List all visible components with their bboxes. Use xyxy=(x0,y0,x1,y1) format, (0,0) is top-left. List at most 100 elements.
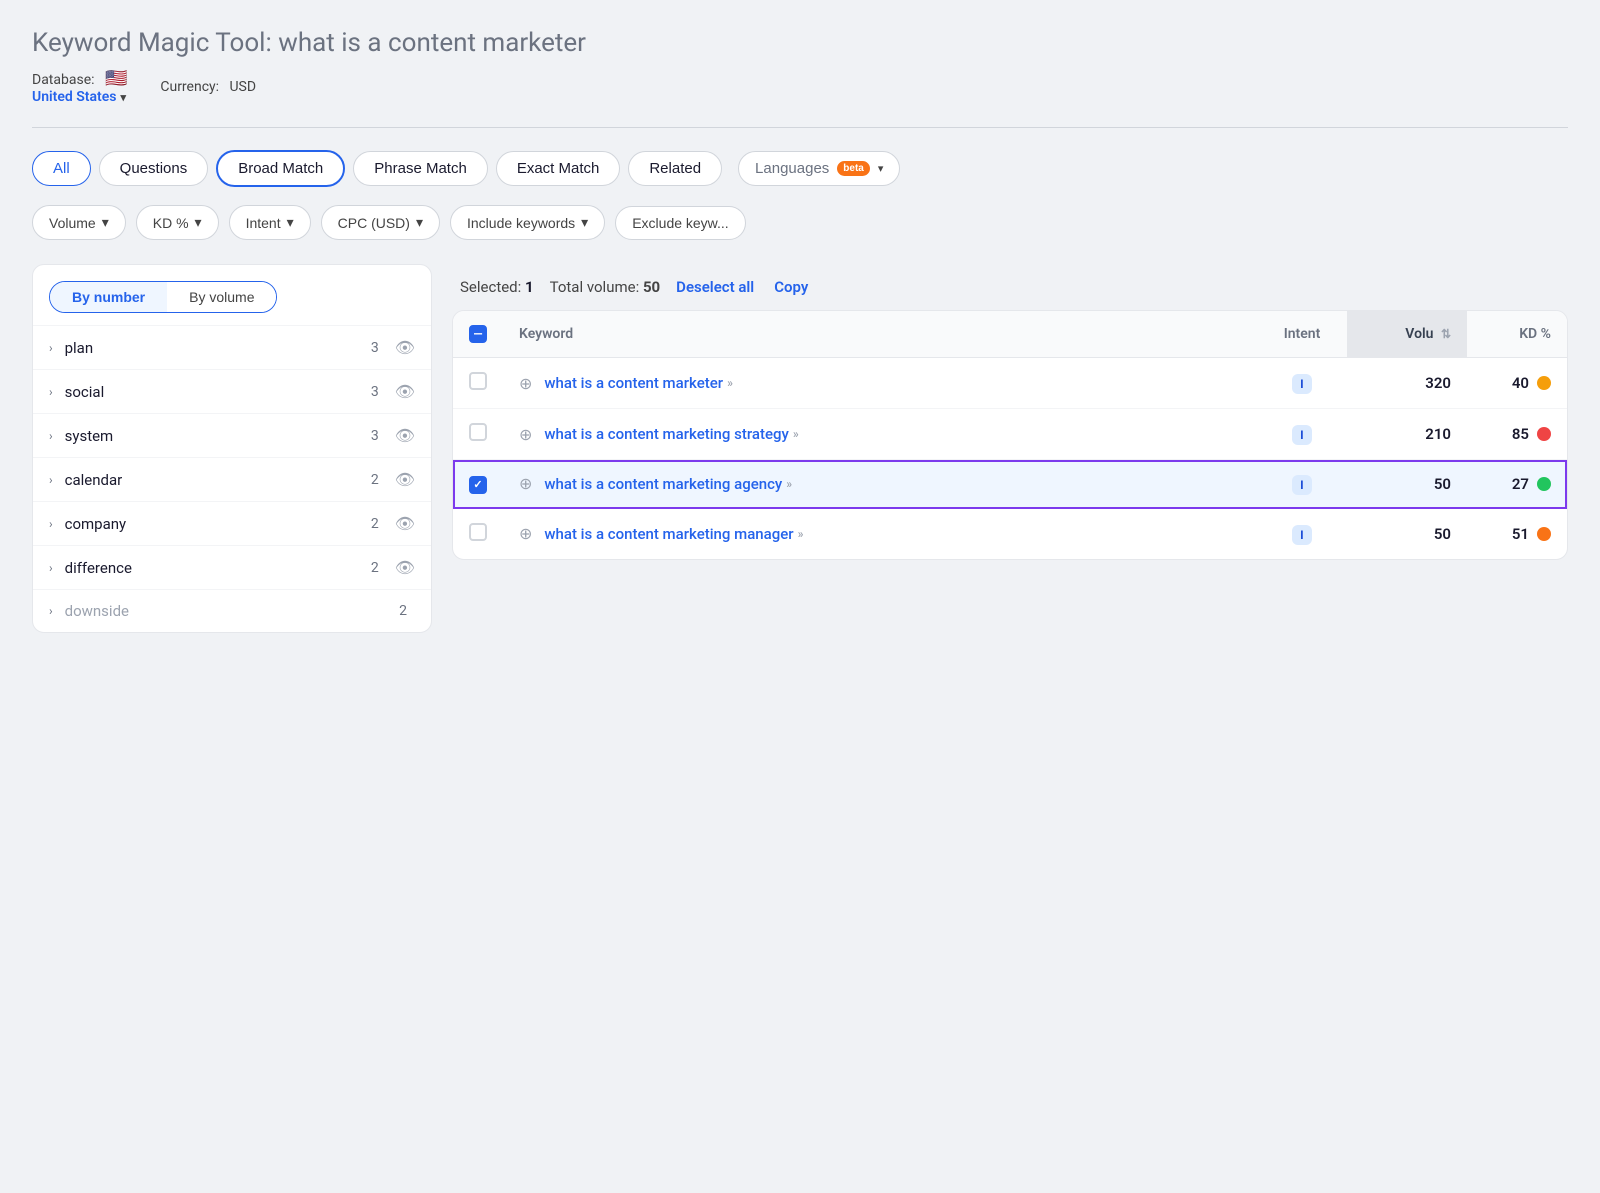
cpc-filter-label: CPC (USD) xyxy=(338,215,410,231)
exclude-keywords-filter[interactable]: Exclude keyw... xyxy=(615,206,746,240)
keyword-link[interactable]: what is a content marketer » xyxy=(544,374,733,392)
kd-chevron-icon: ▾ xyxy=(195,214,202,231)
tab-phrase-match[interactable]: Phrase Match xyxy=(353,151,488,186)
expand-icon: › xyxy=(49,517,53,531)
add-keyword-icon[interactable]: ⊕ xyxy=(519,425,532,444)
eye-icon[interactable]: 👁 xyxy=(395,514,415,533)
intent-cell: I xyxy=(1257,460,1347,509)
row-checkbox[interactable] xyxy=(469,372,487,390)
cpc-filter[interactable]: CPC (USD) ▾ xyxy=(321,205,440,240)
languages-button[interactable]: Languages beta ▾ xyxy=(738,151,900,186)
languages-chevron-icon: ▾ xyxy=(878,162,884,175)
kd-cell: 51 xyxy=(1467,509,1567,559)
deselect-all-button[interactable]: Deselect all xyxy=(676,278,754,296)
languages-label: Languages xyxy=(755,160,829,177)
table-row: ⊕ what is a content marketing strategy »… xyxy=(453,409,1567,460)
eye-icon[interactable]: 👁 xyxy=(395,382,415,401)
deselect-all-checkbox[interactable]: — xyxy=(469,325,487,343)
row-checkbox-cell[interactable] xyxy=(453,509,503,559)
view-toggle: By number By volume xyxy=(49,281,277,313)
keyword-arrows-icon: » xyxy=(798,527,804,541)
sidebar-item[interactable]: › plan 3 👁 xyxy=(33,325,431,369)
database-country-link[interactable]: United States ▾ xyxy=(32,89,132,105)
sidebar-label: calendar xyxy=(65,471,363,489)
row-checkbox-cell[interactable] xyxy=(453,409,503,460)
keyword-text: what is a content marketer xyxy=(544,374,723,392)
keyword-link[interactable]: what is a content marketing strategy » xyxy=(544,425,798,443)
volume-filter[interactable]: Volume ▾ xyxy=(32,205,126,240)
intent-chevron-icon: ▾ xyxy=(287,214,294,231)
keyword-cell: ⊕ what is a content marketing strategy » xyxy=(503,409,1257,460)
copy-button[interactable]: Copy xyxy=(774,278,808,296)
add-keyword-icon[interactable]: ⊕ xyxy=(519,374,532,393)
expand-icon: › xyxy=(49,385,53,399)
selected-count: 1 xyxy=(525,278,534,296)
th-kd: KD % xyxy=(1467,311,1567,358)
sidebar-item[interactable]: › difference 2 👁 xyxy=(33,545,431,589)
eye-icon[interactable]: 👁 xyxy=(395,426,415,445)
eye-icon[interactable]: 👁 xyxy=(395,470,415,489)
row-checkbox-cell[interactable] xyxy=(453,358,503,409)
keyword-cell: ⊕ what is a content marketer » xyxy=(503,358,1257,409)
keyword-link[interactable]: what is a content marketing agency » xyxy=(544,475,792,493)
add-keyword-icon[interactable]: ⊕ xyxy=(519,524,532,543)
intent-filter[interactable]: Intent ▾ xyxy=(229,205,311,240)
keyword-table: — Keyword Intent Volu ⇅ KD % xyxy=(452,310,1568,560)
th-intent: Intent xyxy=(1257,311,1347,358)
by-number-button[interactable]: By number xyxy=(50,282,167,312)
tab-row: All Questions Broad Match Phrase Match E… xyxy=(32,150,1568,187)
sidebar-item[interactable]: › system 3 👁 xyxy=(33,413,431,457)
intent-cell: I xyxy=(1257,509,1347,559)
sidebar-count: 2 xyxy=(371,516,379,532)
kd-indicator xyxy=(1537,376,1551,390)
row-checkbox-cell[interactable]: ✓ xyxy=(453,460,503,509)
kd-indicator xyxy=(1537,477,1551,491)
keyword-cell: ⊕ what is a content marketing manager » xyxy=(503,509,1257,559)
sidebar-count: 2 xyxy=(399,603,407,619)
tab-questions[interactable]: Questions xyxy=(99,151,209,186)
eye-icon[interactable]: 👁 xyxy=(395,338,415,357)
sidebar-label: plan xyxy=(65,339,363,357)
add-keyword-icon[interactable]: ⊕ xyxy=(519,474,532,493)
sidebar-item[interactable]: › social 3 👁 xyxy=(33,369,431,413)
kd-indicator xyxy=(1537,427,1551,441)
by-volume-button[interactable]: By volume xyxy=(167,282,276,312)
expand-icon: › xyxy=(49,473,53,487)
currency-info: Currency: USD xyxy=(160,79,256,95)
volume-cell: 210 xyxy=(1347,409,1467,460)
expand-icon: › xyxy=(49,561,53,575)
kd-value: 85 xyxy=(1512,425,1529,443)
kd-value: 27 xyxy=(1512,475,1529,493)
keyword-cell: ⊕ what is a content marketing agency » xyxy=(503,460,1257,509)
row-checkbox[interactable]: ✓ xyxy=(469,476,487,494)
tab-broad-match[interactable]: Broad Match xyxy=(216,150,345,187)
total-vol-label: Total volume: xyxy=(550,278,640,296)
exclude-filter-label: Exclude keyw... xyxy=(632,215,729,231)
page-title: Keyword Magic Tool: what is a content ma… xyxy=(32,28,1568,58)
eye-icon[interactable]: 👁 xyxy=(395,558,415,577)
sidebar-label: system xyxy=(65,427,363,445)
sidebar-count: 3 xyxy=(371,428,379,444)
sort-icon[interactable]: ⇅ xyxy=(1441,327,1451,341)
tab-related[interactable]: Related xyxy=(628,151,722,186)
currency-label: Currency: xyxy=(160,79,219,95)
tab-exact-match[interactable]: Exact Match xyxy=(496,151,621,186)
sidebar-item[interactable]: › downside 2 xyxy=(33,589,431,632)
sidebar-item[interactable]: › company 2 👁 xyxy=(33,501,431,545)
left-sidebar: By number By volume › plan 3 👁 › social … xyxy=(32,264,432,633)
tab-all[interactable]: All xyxy=(32,151,91,186)
include-keywords-filter[interactable]: Include keywords ▾ xyxy=(450,205,605,240)
sidebar-label: company xyxy=(65,515,363,533)
row-checkbox[interactable] xyxy=(469,523,487,541)
volume-cell: 320 xyxy=(1347,358,1467,409)
row-checkbox[interactable] xyxy=(469,423,487,441)
sidebar-label: difference xyxy=(65,559,363,577)
selected-label: Selected: xyxy=(460,278,521,296)
sidebar-item[interactable]: › calendar 2 👁 xyxy=(33,457,431,501)
intent-badge: I xyxy=(1292,475,1312,495)
intent-cell: I xyxy=(1257,358,1347,409)
kd-filter[interactable]: KD % ▾ xyxy=(136,205,219,240)
keyword-link[interactable]: what is a content marketing manager » xyxy=(544,525,803,543)
total-vol-value: 50 xyxy=(643,278,660,296)
kd-cell: 85 xyxy=(1467,409,1567,460)
